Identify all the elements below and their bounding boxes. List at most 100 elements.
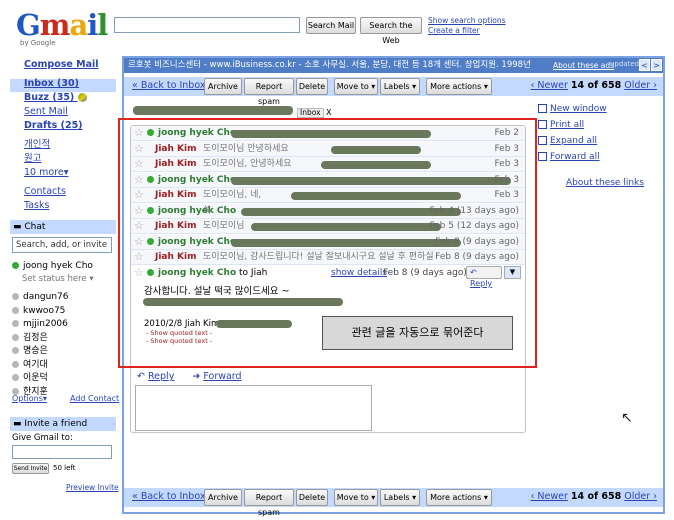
search-mail-button[interactable]: Search Mail — [306, 17, 356, 34]
back-to-inbox-link[interactable]: « Back to Inbox — [132, 491, 205, 502]
create-filter-link[interactable]: Create a filter — [428, 26, 506, 36]
chat-contact[interactable]: dangun76 — [12, 292, 69, 303]
chat-contact-name: 이운덕 — [23, 373, 48, 383]
search-web-button[interactable]: Search the Web — [360, 17, 422, 45]
print-icon — [538, 120, 547, 129]
invite-title: Invite a friend — [24, 419, 88, 429]
expand-all-link[interactable]: Expand all — [538, 136, 597, 146]
invite-header[interactable]: ▬ Invite a friend — [10, 417, 116, 431]
collapse-icon: ▬ — [13, 222, 25, 232]
offline-status-icon — [12, 347, 19, 354]
chat-contact[interactable]: 이운덕 — [12, 373, 48, 384]
delete-button[interactable]: Delete — [296, 78, 328, 95]
inbox-label: Inbox — [300, 108, 321, 117]
labels-dropdown[interactable]: Labels ▾ — [380, 78, 420, 95]
move-to-dropdown[interactable]: Move to ▾ — [334, 78, 378, 95]
newer-link[interactable]: ‹ Newer — [531, 491, 568, 502]
online-status-icon — [12, 262, 19, 269]
about-ads-link[interactable]: About these ads — [551, 58, 617, 73]
more-actions-dropdown[interactable]: More actions ▾ — [426, 489, 492, 506]
set-status-label: Set status here — [22, 274, 87, 284]
chat-contact-name: dangun76 — [23, 292, 69, 302]
inbox-label-chip[interactable]: Inbox — [297, 108, 324, 118]
gmail-logo[interactable]: Gmail by Google — [16, 8, 108, 50]
chat-contact[interactable]: kwwoo75 — [12, 306, 65, 317]
newer-link[interactable]: ‹ Newer — [531, 80, 568, 91]
chat-me[interactable]: joong hyek Cho — [12, 261, 93, 272]
nav-label-drafts[interactable]: 원고 — [24, 152, 116, 166]
pager: ‹ Newer 14 of 658 Older › — [531, 80, 657, 91]
invite-email-input[interactable] — [12, 445, 112, 459]
ad-next-button[interactable]: > — [651, 59, 662, 71]
ad-prev-button[interactable]: < — [639, 59, 650, 71]
move-to-dropdown[interactable]: Move to ▾ — [334, 489, 378, 506]
chat-contact-name: mjjin2006 — [23, 319, 68, 329]
quick-reply-textarea[interactable] — [135, 385, 372, 431]
more-actions-dropdown[interactable]: More actions ▾ — [426, 78, 492, 95]
nav-label-personal[interactable]: 개인적 — [24, 138, 116, 152]
add-contact-link[interactable]: Add Contact — [70, 394, 119, 403]
reply-arrow-icon: ↶ — [137, 371, 145, 382]
show-search-options-link[interactable]: Show search options — [428, 16, 506, 26]
nav-buzz-label: Buzz (35) — [24, 92, 75, 103]
left-nav: Compose Mail Inbox (30) Buzz (35) Sent M… — [24, 59, 116, 213]
chat-options-link[interactable]: Options▾ — [12, 394, 47, 403]
chat-header[interactable]: ▬ Chat — [10, 220, 116, 234]
nav-more[interactable]: 10 more▾ — [24, 166, 116, 180]
new-window-icon — [538, 104, 547, 113]
delete-button[interactable]: Delete — [296, 489, 328, 506]
forward-all-link[interactable]: Forward all — [538, 152, 600, 162]
about-these-links[interactable]: About these links — [566, 178, 644, 188]
nav-contacts[interactable]: Contacts — [24, 185, 116, 199]
chat-contact[interactable]: mjjin2006 — [12, 319, 68, 330]
offline-status-icon — [12, 320, 19, 327]
chat-contact[interactable]: 명승은 — [12, 346, 48, 357]
report-spam-button[interactable]: Report spam — [244, 489, 294, 517]
print-all-link[interactable]: Print all — [538, 120, 584, 130]
chat-me-name: joong hyek Cho — [23, 261, 93, 271]
send-invite-button[interactable]: Send Invite — [12, 463, 49, 474]
archive-button[interactable]: Archive — [204, 489, 242, 506]
labels-dropdown[interactable]: Labels ▾ — [380, 489, 420, 506]
offline-status-icon — [12, 333, 19, 341]
ad-bar[interactable]: 르호봇 비즈니스센터 - www.iBusiness.co.kr - 소호 사무… — [124, 58, 663, 73]
invites-left: 50 left — [53, 464, 76, 472]
invite-label: Give Gmail to: — [12, 433, 73, 443]
forward-link[interactable]: Forward — [203, 371, 241, 382]
buzz-icon — [77, 93, 87, 102]
offline-status-icon — [12, 293, 19, 300]
preview-invite-link[interactable]: Preview Invite — [66, 483, 119, 492]
archive-button[interactable]: Archive — [204, 78, 242, 95]
compose-mail-link[interactable]: Compose Mail — [24, 59, 116, 70]
chat-contact[interactable]: 김정은 — [12, 333, 48, 344]
chat-title: Chat — [24, 222, 46, 232]
forward-arrow-icon: ➜ — [192, 371, 201, 382]
chat-search-input[interactable]: Search, add, or invite — [12, 237, 112, 253]
older-link[interactable]: Older › — [624, 80, 657, 91]
logo-text: Gmail — [16, 8, 108, 42]
remove-label-icon[interactable]: X — [326, 108, 331, 117]
top-toolbar: « Back to Inbox Archive Report spam Dele… — [124, 77, 663, 106]
chat-contact-name: kwwoo75 — [23, 305, 66, 316]
nav-drafts[interactable]: Drafts (25) — [24, 119, 116, 133]
offline-status-icon — [12, 360, 19, 368]
forward-icon — [538, 152, 547, 161]
nav-buzz[interactable]: Buzz (35) — [24, 91, 116, 105]
search-input[interactable] — [114, 17, 300, 33]
offline-status-icon — [12, 306, 19, 314]
new-window-link[interactable]: New window — [538, 104, 607, 114]
reply-links: ↶ Reply ➜ Forward — [137, 371, 242, 382]
chat-contact[interactable]: 여기대 — [12, 360, 48, 371]
chevron-down-icon: ▾ — [89, 274, 94, 284]
set-status[interactable]: Set status here ▾ — [22, 274, 94, 285]
older-link[interactable]: Older › — [624, 491, 657, 502]
nav-tasks[interactable]: Tasks — [24, 199, 116, 213]
nav-inbox[interactable]: Inbox (30) — [24, 77, 116, 91]
back-to-inbox-link[interactable]: « Back to Inbox — [132, 80, 205, 91]
nav-sent[interactable]: Sent Mail — [24, 105, 116, 119]
reply-link[interactable]: Reply — [148, 371, 174, 382]
report-spam-button[interactable]: Report spam — [244, 78, 294, 106]
offline-status-icon — [12, 374, 19, 381]
ad-updated: updated — [610, 60, 640, 68]
subject-redacted — [133, 106, 293, 115]
